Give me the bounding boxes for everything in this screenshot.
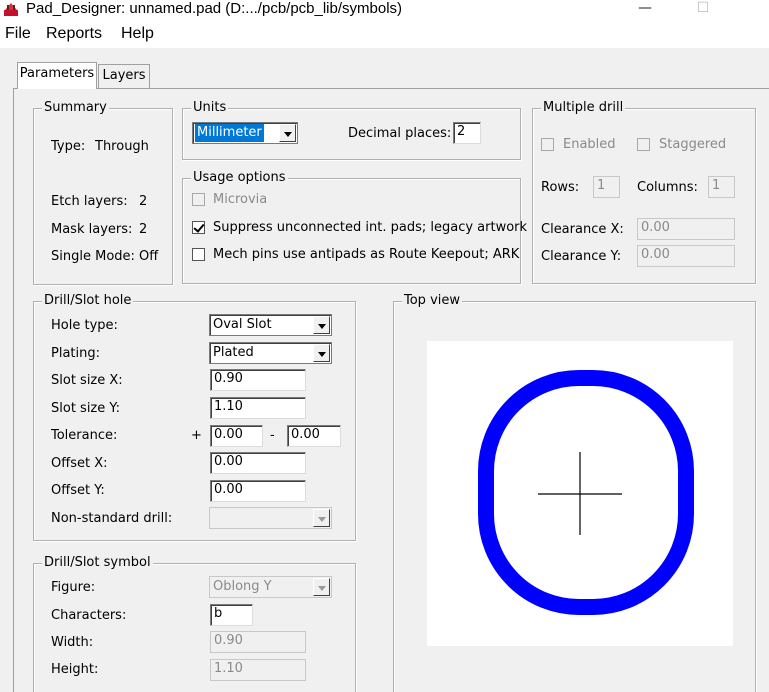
top-view-title: Top view xyxy=(402,293,463,308)
suppress-label: Suppress unconnected int. pads; legacy a… xyxy=(213,220,528,235)
window-title: Pad_Designer: unnamed.pad (D:.../pcb/pcb… xyxy=(26,0,403,17)
hole-type-label: Hole type: xyxy=(51,318,118,333)
single-mode-value: Off xyxy=(139,249,159,264)
plating-value: Plated xyxy=(213,345,254,360)
rows-label: Rows: xyxy=(541,180,580,195)
tolerance-minus-input[interactable]: 0.00 xyxy=(287,425,341,447)
drill-slot-symbol-title: Drill/Slot symbol xyxy=(42,555,153,570)
mask-layers-value: 2 xyxy=(139,222,148,237)
rows-input[interactable]: 1 xyxy=(593,176,620,198)
slot-size-y-input[interactable]: 1.10 xyxy=(210,397,306,419)
units-select-value: Millimeter xyxy=(195,124,264,142)
units-title: Units xyxy=(191,100,229,115)
decimal-places-input[interactable]: 2 xyxy=(453,122,481,144)
offset-y-input[interactable]: 0.00 xyxy=(210,480,306,502)
offset-y-label: Offset Y: xyxy=(51,483,105,498)
menu-file[interactable]: File xyxy=(5,24,31,44)
height-label: Height: xyxy=(51,662,99,677)
menu-bar xyxy=(0,22,769,46)
clearance-x-label: Clearance X: xyxy=(541,222,624,237)
type-value: Through xyxy=(95,139,149,154)
decimal-places-label: Decimal places: xyxy=(348,126,452,141)
minimize-button[interactable]: — xyxy=(625,0,665,18)
drill-slot-hole-title: Drill/Slot hole xyxy=(42,293,134,308)
columns-input[interactable]: 1 xyxy=(708,176,735,198)
etch-layers-label: Etch layers: xyxy=(51,194,128,209)
single-mode-label: Single Mode: xyxy=(51,249,135,264)
suppress-checkbox[interactable] xyxy=(192,221,205,234)
microvia-label: Microvia xyxy=(213,192,268,207)
tab-layers[interactable]: Layers xyxy=(98,64,150,88)
app-icon xyxy=(4,3,18,16)
columns-label: Columns: xyxy=(637,180,698,195)
mask-layers-label: Mask layers: xyxy=(51,222,133,237)
slot-size-x-input[interactable]: 0.90 xyxy=(210,369,306,391)
slot-size-x-label: Slot size X: xyxy=(51,373,123,388)
width-label: Width: xyxy=(51,635,94,650)
offset-x-input[interactable]: 0.00 xyxy=(210,452,306,474)
tolerance-plus-sign: + xyxy=(191,428,202,443)
width-input[interactable]: 0.90 xyxy=(210,631,306,653)
non-standard-drill-select[interactable] xyxy=(209,507,332,529)
top-view-drawing xyxy=(478,370,694,615)
menu-reports[interactable]: Reports xyxy=(46,24,102,44)
multiple-drill-title: Multiple drill xyxy=(541,100,626,115)
plating-select[interactable]: Plated xyxy=(209,342,332,364)
type-label: Type: xyxy=(51,139,86,154)
slot-size-y-label: Slot size Y: xyxy=(51,401,120,416)
top-view-canvas xyxy=(427,341,733,646)
clearance-y-input[interactable]: 0.00 xyxy=(637,245,735,267)
tolerance-plus-input[interactable]: 0.00 xyxy=(210,425,263,447)
hole-type-value: Oval Slot xyxy=(213,317,272,332)
chevron-down-icon[interactable] xyxy=(313,509,330,527)
height-input[interactable]: 1.10 xyxy=(210,659,306,681)
characters-input[interactable]: b xyxy=(210,604,253,626)
units-select[interactable]: Millimeter xyxy=(192,122,298,144)
drill-slot-hole-group xyxy=(33,301,356,541)
staggered-label: Staggered xyxy=(659,137,727,152)
tolerance-minus-sign: - xyxy=(270,428,275,443)
figure-label: Figure: xyxy=(51,580,96,595)
mech-pins-label: Mech pins use antipads as Route Keepout;… xyxy=(213,247,520,262)
chevron-down-icon[interactable] xyxy=(313,578,330,596)
hole-type-select[interactable]: Oval Slot xyxy=(209,314,332,336)
usage-options-title: Usage options xyxy=(191,170,288,185)
mech-pins-checkbox[interactable] xyxy=(192,248,205,261)
tolerance-label: Tolerance: xyxy=(51,428,118,443)
figure-select[interactable]: Oblong Y xyxy=(209,576,332,598)
enabled-checkbox[interactable] xyxy=(541,138,554,151)
menu-help[interactable]: Help xyxy=(121,24,154,44)
microvia-checkbox[interactable] xyxy=(192,193,205,206)
characters-label: Characters: xyxy=(51,608,127,623)
figure-value: Oblong Y xyxy=(213,579,272,594)
clearance-y-label: Clearance Y: xyxy=(541,249,622,264)
enabled-label: Enabled xyxy=(563,137,616,152)
chevron-down-icon[interactable] xyxy=(313,316,330,334)
summary-title: Summary xyxy=(42,100,109,115)
plating-label: Plating: xyxy=(51,346,100,361)
oval-slot-pad xyxy=(478,370,694,615)
non-standard-drill-label: Non-standard drill: xyxy=(51,511,173,526)
clearance-x-input[interactable]: 0.00 xyxy=(637,218,735,240)
etch-layers-value: 2 xyxy=(139,194,148,209)
tab-parameters[interactable]: Parameters xyxy=(17,62,97,89)
maximize-button[interactable]: ☐ xyxy=(683,0,723,18)
staggered-checkbox[interactable] xyxy=(637,138,650,151)
chevron-down-icon[interactable] xyxy=(313,344,330,362)
offset-x-label: Offset X: xyxy=(51,456,108,471)
chevron-down-icon[interactable] xyxy=(279,124,296,142)
